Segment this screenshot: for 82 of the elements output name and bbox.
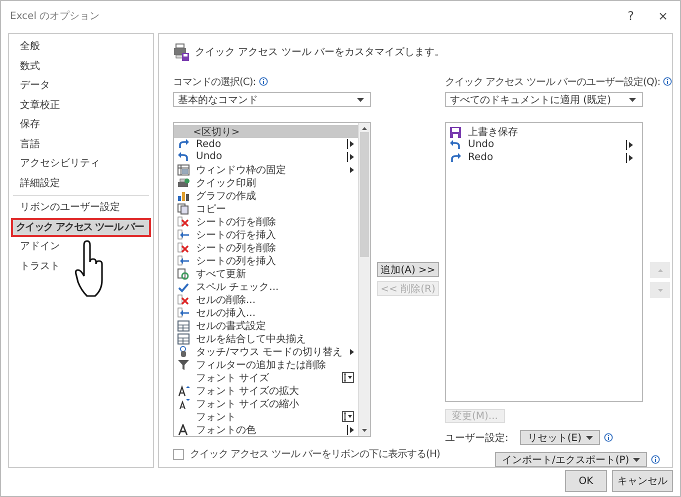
sidebar-item[interactable]: クイック アクセス ツール バー <box>11 218 151 237</box>
item-label: Redo <box>196 138 222 150</box>
item-label: Undo <box>468 139 496 150</box>
help-button[interactable]: ? <box>628 9 634 23</box>
sidebar-item[interactable]: データ <box>11 76 151 96</box>
list-item[interactable]: Redo <box>446 151 642 164</box>
item-label: シートの列を削除 <box>196 242 277 254</box>
item-label: Undo <box>196 151 224 162</box>
field-label: クイック アクセス ツール バーのユーザー設定(Q): <box>445 76 660 88</box>
item-label: スペル チェック... <box>196 280 280 294</box>
item-label: シートの列を挿入 <box>196 254 277 268</box>
list-item[interactable]: セルの挿入... <box>174 306 358 319</box>
sidebar-item[interactable]: 文章校正 <box>11 96 151 115</box>
item-label: ウィンドウ枠の固定 <box>196 164 287 176</box>
sidebar-item[interactable]: 保存 <box>11 115 151 134</box>
item-label: タッチ/マウス モードの切り替え <box>196 346 344 358</box>
list-item[interactable]: セルの書式設定 <box>174 319 358 332</box>
sidebar-item[interactable]: 数式 <box>11 56 151 76</box>
sidebar-item[interactable]: 詳細設定 <box>11 174 151 193</box>
list-item[interactable]: 上書き保存 <box>446 125 642 138</box>
command-dropdown[interactable]: 基本的なコマンド <box>173 92 371 107</box>
list-item[interactable]: セルの削除... <box>174 293 358 306</box>
sidebar-item[interactable]: アクセシビリティ <box>11 154 151 174</box>
list-item[interactable]: コピー <box>174 202 358 215</box>
sidebar-item[interactable]: 言語 <box>11 134 151 154</box>
item-label: Redo <box>468 152 494 163</box>
sidebar-item[interactable]: トラスト <box>11 256 151 276</box>
cancel-button[interactable]: キャンセル <box>612 470 673 492</box>
list-item[interactable]: Redo <box>174 138 358 150</box>
header-title: クイック アクセス ツール バーをカスタマイズします。 <box>195 46 445 59</box>
customize-label: ユーザー設定: <box>445 432 508 444</box>
field-label: コマンドの選択(C): <box>173 76 256 88</box>
item-label: フィルターの追加または削除 <box>196 358 327 372</box>
list-item[interactable]: すべて更新 <box>174 267 358 280</box>
item-label: フォント <box>196 410 237 424</box>
list-item[interactable]: フィルターの追加または削除 <box>174 358 358 371</box>
checkbox-label: クイック アクセス ツール バーをリボンの下に表示する(H) <box>190 448 440 461</box>
ok-button[interactable]: OK <box>565 470 607 492</box>
item-label: コピー <box>196 202 227 216</box>
sidebar-item[interactable]: 全般 <box>11 37 151 56</box>
list-item[interactable]: フォントの色 <box>174 423 358 436</box>
item-label: シートの行を削除 <box>196 216 277 228</box>
import-export-button[interactable]: インポート/エクスポート(P) <box>495 452 648 467</box>
scope-dropdown[interactable]: すべてのドキュメントに適用 (既定) <box>445 92 643 107</box>
list-item[interactable]: グラフの作成 <box>174 189 358 202</box>
list-item[interactable]: Undo <box>446 138 642 151</box>
item-label: フォント サイズの縮小 <box>196 398 300 410</box>
list-item[interactable]: スペル チェック... <box>174 280 358 293</box>
item-label: フォントの色 <box>196 424 257 436</box>
list-item[interactable]: フォント サイズ <box>174 371 358 384</box>
item-label: <区切り> <box>192 126 241 138</box>
list-item[interactable]: シートの行を挿入 <box>174 228 358 241</box>
reset-button[interactable]: リセット(E) <box>520 430 600 445</box>
list-item[interactable]: セルを結合して中央揃え <box>174 332 358 345</box>
sidebar-item[interactable]: アドイン <box>11 237 151 256</box>
add-button[interactable]: 追加(A) >> <box>377 262 439 277</box>
item-label: 上書き保存 <box>468 126 519 138</box>
item-label: フォント サイズの拡大 <box>196 384 300 398</box>
list-item[interactable]: Undo <box>174 150 358 163</box>
list-item[interactable]: フォント <box>174 410 358 423</box>
close-button[interactable]: × <box>658 9 668 23</box>
item-label: すべて更新 <box>196 268 247 280</box>
list-item[interactable]: フォント サイズの縮小 <box>174 397 358 410</box>
toolbar-command-list[interactable]: 上書き保存 Undo Redo <box>445 122 643 402</box>
list-item[interactable]: クイック印刷 <box>174 176 358 189</box>
item-label: セルを結合して中央揃え <box>196 332 307 346</box>
list-item[interactable]: シートの行を削除 <box>174 215 358 228</box>
item-label: セルの削除... <box>196 294 257 306</box>
list-item[interactable]: ウィンドウ枠の固定 <box>174 163 358 176</box>
item-label: グラフの作成 <box>196 190 257 202</box>
item-label: セルの挿入... <box>196 306 257 320</box>
list-item[interactable]: シートの列を挿入 <box>174 254 358 267</box>
list-item[interactable]: フォント サイズの拡大 <box>174 384 358 397</box>
item-label: フォント サイズ <box>196 372 270 384</box>
sidebar-item[interactable]: リボンのユーザー設定 <box>11 198 151 218</box>
item-label: クイック印刷 <box>196 176 257 190</box>
list-item[interactable]: シートの列を削除 <box>174 241 358 254</box>
list-item[interactable]: タッチ/マウス モードの切り替え <box>174 345 358 358</box>
window-title: Excel のオプション <box>10 10 101 23</box>
item-label: シートの行を挿入 <box>196 228 277 242</box>
item-label: セルの書式設定 <box>196 320 267 332</box>
list-item[interactable]: <区切り> <box>174 125 358 138</box>
